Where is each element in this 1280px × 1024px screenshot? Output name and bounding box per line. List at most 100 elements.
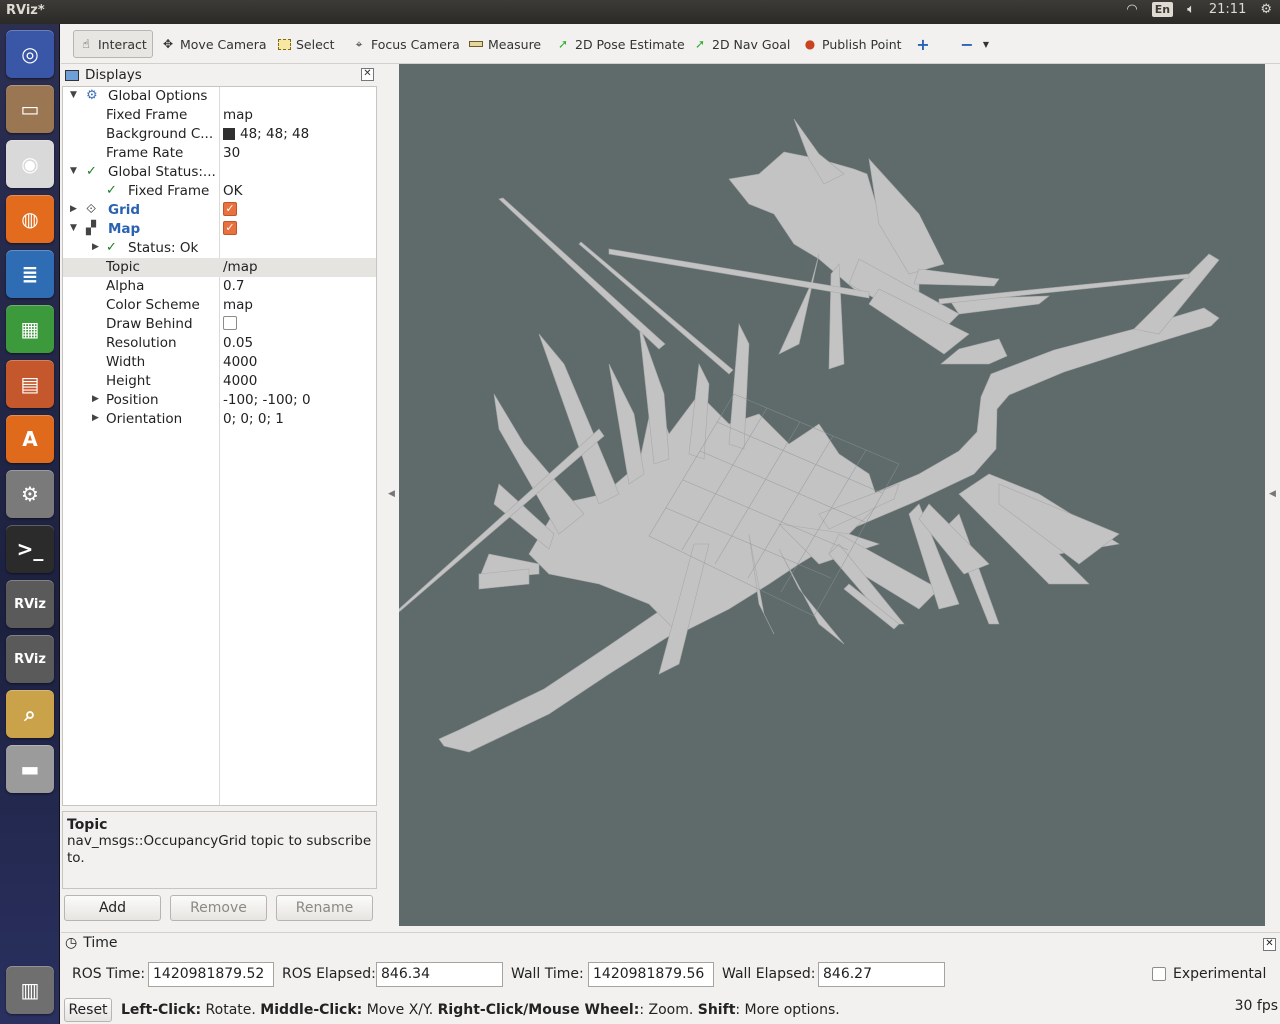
property-help-box: Topic nav_msgs::OccupancyGrid topic to s…	[62, 811, 377, 889]
property-key: Position	[106, 392, 159, 408]
firefox-icon[interactable]: ◍	[6, 195, 54, 243]
volume-icon[interactable]: 🔈︎	[1187, 2, 1195, 17]
clock[interactable]: 21:11	[1209, 2, 1246, 17]
tree-row-alpha[interactable]: Alpha 0.7	[63, 277, 376, 296]
wall-elapsed-field[interactable]: 846.27	[818, 962, 945, 987]
files-icon[interactable]: ▭	[6, 85, 54, 133]
measure-tool-button[interactable]: Measure	[464, 30, 546, 58]
tree-row-draw-behind[interactable]: Draw Behind	[63, 315, 376, 334]
keyboard-layout-indicator[interactable]: En	[1151, 2, 1174, 17]
property-value: -100; -100; 0	[223, 392, 311, 408]
ros-time-field[interactable]: 1420981879.52	[148, 962, 274, 987]
trash-icon[interactable]: ▥	[6, 966, 54, 1014]
rviz-icon[interactable]: RViz	[6, 580, 54, 628]
property-value[interactable]: 48; 48; 48	[223, 126, 309, 142]
tree-row-grid[interactable]: ▶ ⟐ Grid ✓	[63, 201, 376, 220]
render-view[interactable]	[399, 64, 1265, 926]
select-tool-button[interactable]: Select	[272, 30, 340, 58]
rename-display-button[interactable]: Rename	[276, 895, 373, 921]
reset-button[interactable]: Reset	[64, 998, 112, 1022]
gear-icon[interactable]: ⚙	[1260, 2, 1272, 17]
splitter-handle-left[interactable]: ◀	[388, 489, 395, 499]
tree-row-color-scheme[interactable]: Color Scheme map	[63, 296, 376, 315]
enable-checkbox[interactable]: ✓	[223, 221, 237, 235]
2d-nav-goal-tool-button[interactable]: ➚ 2D Nav Goal	[688, 30, 795, 58]
remove-display-button[interactable]: Remove	[170, 895, 267, 921]
tree-row-background-color[interactable]: Background C... 48; 48; 48	[63, 125, 376, 144]
hint-key: Right-Click/Mouse Wheel:	[437, 1002, 640, 1018]
remove-tool-menu-button[interactable]: − ▼	[955, 30, 998, 58]
splitter-handle-right[interactable]: ◀	[1269, 489, 1276, 499]
wall-time-field[interactable]: 1420981879.56	[588, 962, 714, 987]
experimental-toggle[interactable]: Experimental	[1152, 966, 1266, 982]
2d-pose-estimate-tool-button[interactable]: ➚ 2D Pose Estimate	[551, 30, 690, 58]
select-box-icon	[277, 37, 291, 51]
ros-elapsed-field[interactable]: 846.34	[376, 962, 503, 987]
expand-arrow-icon[interactable]: ▶	[92, 394, 102, 404]
tree-row-global-options[interactable]: ▼ ⚙ Global Options	[63, 87, 376, 106]
experimental-checkbox[interactable]	[1152, 967, 1166, 981]
tree-row-orientation[interactable]: ▶ Orientation 0; 0; 0; 1	[63, 410, 376, 429]
property-value[interactable]: map	[223, 107, 253, 123]
property-value[interactable]: /map	[223, 259, 258, 275]
move-camera-tool-button[interactable]: ✥ Move Camera	[156, 30, 272, 58]
add-tool-button[interactable]: +	[911, 30, 935, 58]
expand-arrow-icon[interactable]: ▶	[70, 204, 80, 214]
publish-point-tool-button[interactable]: ● Publish Point	[798, 30, 907, 58]
tree-row-resolution[interactable]: Resolution 0.05	[63, 334, 376, 353]
writer-icon[interactable]: ≣	[6, 250, 54, 298]
rviz-icon[interactable]: RViz	[6, 635, 54, 683]
display-tree[interactable]: ▼ ⚙ Global Options Fixed Frame map Backg…	[62, 86, 377, 806]
settings-icon[interactable]: ⚙	[6, 470, 54, 518]
expand-arrow-icon[interactable]: ▶	[92, 413, 102, 423]
status-value: OK	[223, 183, 243, 199]
close-icon[interactable]: ✕	[1263, 938, 1276, 951]
expand-arrow-icon[interactable]: ▼	[70, 90, 80, 100]
tree-row-map[interactable]: ▼ ▞ Map ✓	[63, 220, 376, 239]
expand-arrow-icon[interactable]: ▼	[70, 223, 80, 233]
help-text: nav_msgs::OccupancyGrid topic to subscri…	[67, 833, 372, 866]
impress-icon[interactable]: ▤	[6, 360, 54, 408]
focus-camera-tool-button[interactable]: ⌖ Focus Camera	[347, 30, 465, 58]
close-icon[interactable]: ✕	[361, 68, 374, 81]
green-arrow-icon: ➚	[694, 37, 706, 51]
add-display-button[interactable]: Add	[64, 895, 161, 921]
measure-label: Measure	[488, 36, 542, 52]
tree-row-height[interactable]: Height 4000	[63, 372, 376, 391]
tree-row-fixed-frame[interactable]: Fixed Frame map	[63, 106, 376, 125]
map-pin-icon: ●	[804, 37, 816, 51]
draw-behind-checkbox[interactable]	[223, 316, 237, 330]
ubuntu-dash-icon[interactable]: ◎	[6, 30, 54, 78]
disk-icon[interactable]: ▬	[6, 745, 54, 793]
minus-icon: −	[960, 34, 974, 54]
expand-arrow-icon[interactable]: ▶	[92, 242, 102, 252]
tree-row-status-fixed-frame[interactable]: ✓ Fixed Frame OK	[63, 182, 376, 201]
chrome-icon[interactable]: ◉	[6, 140, 54, 188]
calc-icon[interactable]: ▦	[6, 305, 54, 353]
tree-row-position[interactable]: ▶ Position -100; -100; 0	[63, 391, 376, 410]
software-center-icon[interactable]: A	[6, 415, 54, 463]
hint-text: : More options.	[735, 1002, 840, 1018]
enable-checkbox[interactable]: ✓	[223, 202, 237, 216]
expand-arrow-icon[interactable]: ▼	[70, 166, 80, 176]
status-bar: Reset Left-Click: Rotate. Middle-Click: …	[61, 996, 1280, 1024]
hint-text: Move X/Y.	[362, 1002, 438, 1018]
tree-label: Global Status:...	[108, 164, 216, 180]
wifi-icon[interactable]: ◠	[1126, 2, 1137, 17]
tree-row-global-status[interactable]: ▼ ✓ Global Status:...	[63, 163, 376, 182]
interact-tool-button[interactable]: ☝ Interact	[73, 30, 153, 58]
tree-row-topic[interactable]: Topic /map	[63, 258, 376, 277]
tree-row-status-ok[interactable]: ▶ ✓ Status: Ok	[63, 239, 376, 258]
property-key: Fixed Frame	[106, 107, 188, 123]
terminal-icon[interactable]: >_	[6, 525, 54, 573]
wall-elapsed-label: Wall Elapsed:	[722, 966, 816, 982]
tree-row-frame-rate[interactable]: Frame Rate 30	[63, 144, 376, 163]
tree-row-width[interactable]: Width 4000	[63, 353, 376, 372]
property-value[interactable]: 0.7	[223, 278, 244, 294]
property-value[interactable]: map	[223, 297, 253, 313]
tree-label: Global Options	[108, 88, 208, 104]
image-viewer-icon[interactable]: ⌕	[6, 690, 54, 738]
color-swatch[interactable]	[223, 128, 235, 140]
move-camera-label: Move Camera	[180, 36, 267, 52]
property-value[interactable]: 30	[223, 145, 240, 161]
